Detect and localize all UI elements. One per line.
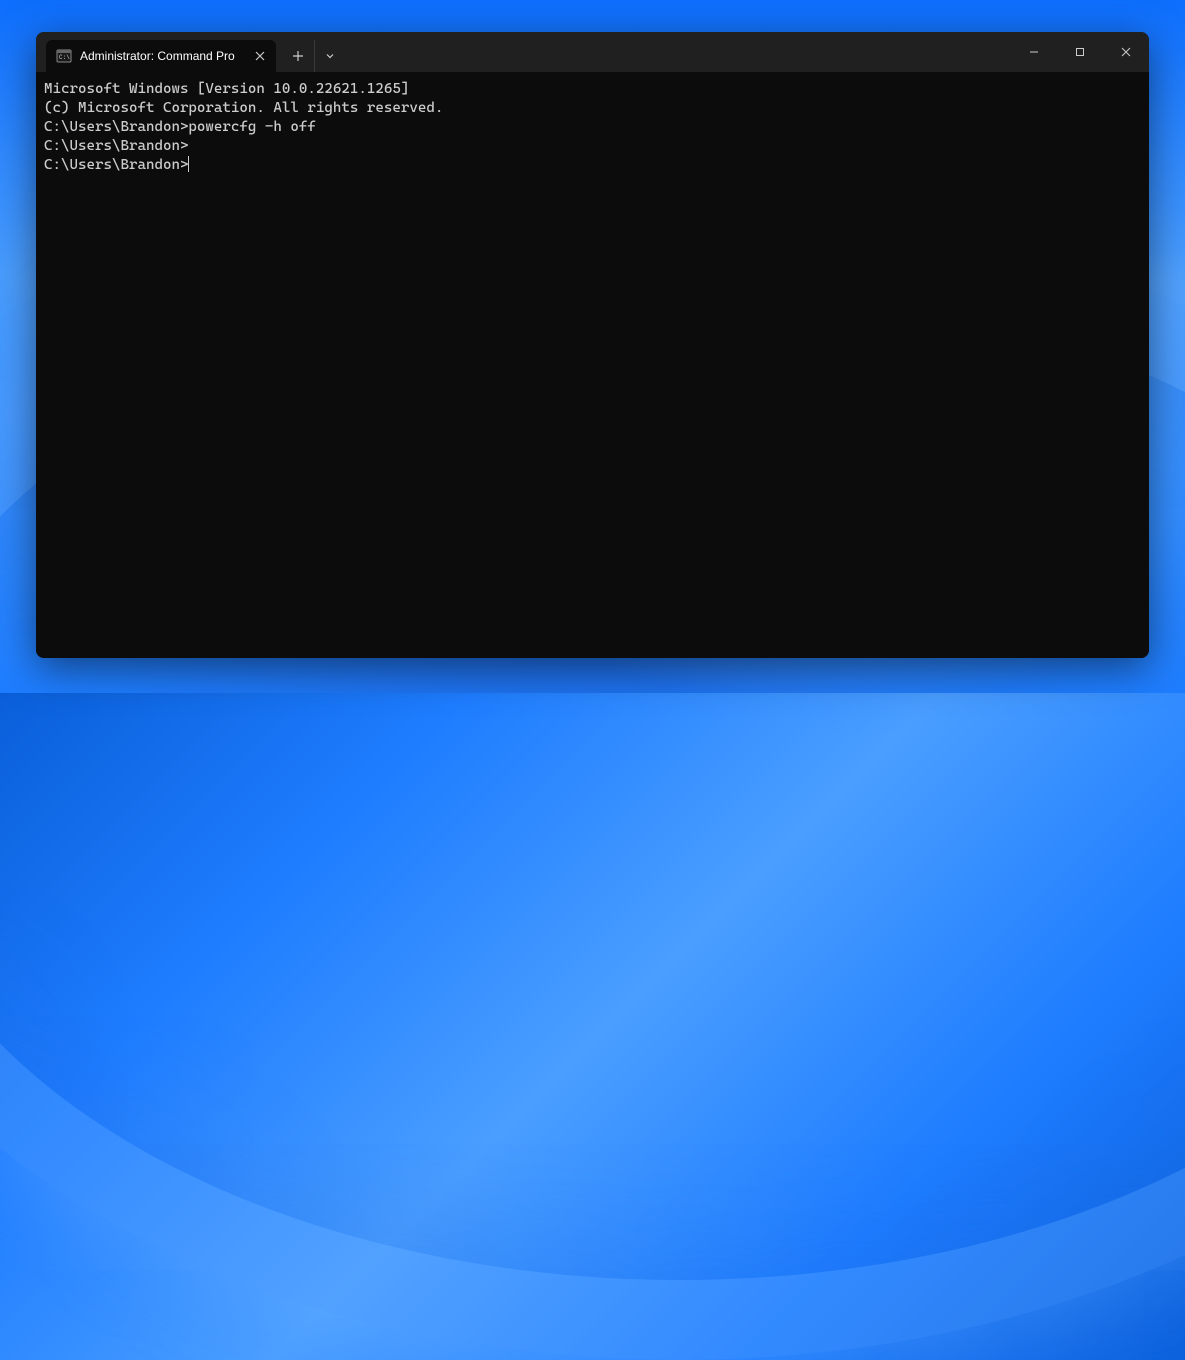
cmd-icon: C:\ — [56, 48, 72, 64]
tab-close-button[interactable] — [252, 48, 268, 64]
titlebar[interactable]: C:\ Administrator: Command Pro — [36, 32, 1149, 72]
new-tab-button[interactable] — [282, 40, 314, 72]
tab-dropdown-button[interactable] — [314, 40, 344, 72]
terminal-line: C:\Users\Brandon> — [44, 137, 1141, 156]
close-button[interactable] — [1103, 32, 1149, 72]
tab-command-prompt[interactable]: C:\ Administrator: Command Pro — [46, 40, 276, 72]
terminal-prompt-line: C:\Users\Brandon> — [44, 156, 1141, 175]
window-controls — [1011, 32, 1149, 72]
terminal-prompt: C:\Users\Brandon> — [44, 157, 188, 173]
cursor-icon — [188, 156, 189, 172]
terminal-line: Microsoft Windows [Version 10.0.22621.12… — [44, 80, 1141, 99]
terminal-line: C:\Users\Brandon>powercfg -h off — [44, 118, 1141, 137]
minimize-button[interactable] — [1011, 32, 1057, 72]
tabs-area: C:\ Administrator: Command Pro — [36, 32, 344, 72]
maximize-button[interactable] — [1057, 32, 1103, 72]
terminal-line: (c) Microsoft Corporation. All rights re… — [44, 99, 1141, 118]
terminal-window: C:\ Administrator: Command Pro — [36, 32, 1149, 658]
tab-title: Administrator: Command Pro — [80, 49, 244, 63]
terminal-output[interactable]: Microsoft Windows [Version 10.0.22621.12… — [36, 72, 1149, 658]
svg-text:C:\: C:\ — [59, 54, 70, 61]
